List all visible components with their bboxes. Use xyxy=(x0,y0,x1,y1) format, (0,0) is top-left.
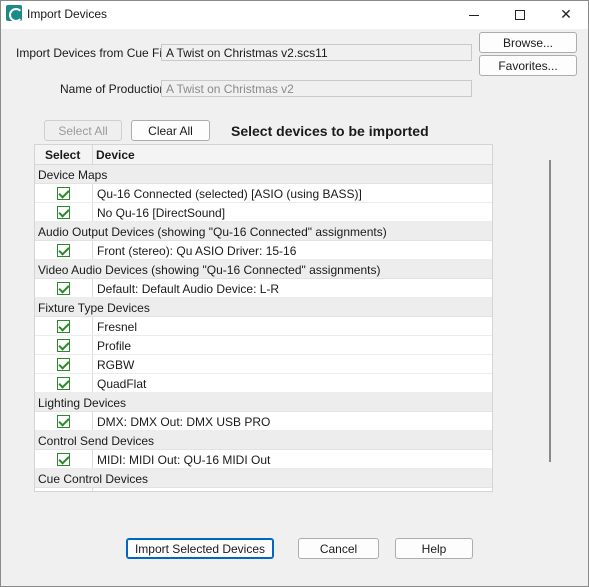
table-row: QuadFlat xyxy=(35,374,492,393)
select-devices-heading: Select devices to be imported xyxy=(231,123,429,139)
device-checkbox[interactable] xyxy=(57,377,70,390)
favorites-button[interactable]: Favorites... xyxy=(479,55,577,76)
cancel-button[interactable]: Cancel xyxy=(298,538,379,559)
table-row: Qu-16 Connected (selected) [ASIO (using … xyxy=(35,184,492,203)
import-selected-devices-button[interactable]: Import Selected Devices xyxy=(126,538,274,559)
cue-file-field[interactable]: A Twist on Christmas v2.scs11 xyxy=(161,44,472,61)
device-checkbox[interactable] xyxy=(57,453,70,466)
device-checkbox[interactable] xyxy=(57,415,70,428)
device-name: QuadFlat xyxy=(97,377,147,391)
device-checkbox[interactable] xyxy=(57,491,70,492)
device-checkbox[interactable] xyxy=(57,206,70,219)
production-label: Name of Production xyxy=(60,82,167,96)
device-checkbox[interactable] xyxy=(57,187,70,200)
grid-scroll-area xyxy=(493,144,549,492)
import-devices-dialog: Import Devices ✕ Import Devices from Cue… xyxy=(0,0,589,587)
device-checkbox[interactable] xyxy=(57,320,70,333)
device-name: No Qu-16 [DirectSound] xyxy=(97,206,226,220)
table-row: Default: Default Audio Device: L-R xyxy=(35,279,492,298)
table-row: RGBW xyxy=(35,355,492,374)
devices-grid: Select Device Device Maps Qu-16 Connecte… xyxy=(34,144,493,492)
clear-all-button[interactable]: Clear All xyxy=(131,120,210,141)
device-name: RGBW xyxy=(97,358,135,372)
table-row: No Qu-16 [DirectSound] xyxy=(35,203,492,222)
device-name: DMX: DMX Out: DMX USB PRO xyxy=(97,415,271,429)
group-lighting-devices: Lighting Devices xyxy=(35,393,492,412)
device-name: MIDI: MIDI Out: QU-16 MIDI Out xyxy=(97,453,271,467)
column-header-device[interactable]: Device xyxy=(93,145,135,164)
help-button[interactable]: Help xyxy=(395,538,473,559)
table-row: Fresnel xyxy=(35,317,492,336)
vertical-scrollbar[interactable] xyxy=(549,160,551,462)
column-header-select[interactable]: Select xyxy=(35,145,93,164)
device-name: Qu-16 Connected (selected) [ASIO (using … xyxy=(97,187,362,201)
minimize-icon xyxy=(469,14,479,16)
group-fixture-type-devices: Fixture Type Devices xyxy=(35,298,492,317)
group-control-send-devices: Control Send Devices xyxy=(35,431,492,450)
window-title: Import Devices xyxy=(27,7,108,21)
maximize-button[interactable] xyxy=(497,1,543,29)
device-checkbox[interactable] xyxy=(57,358,70,371)
table-row: MIDI: MIDI Out: QU-16 MIDI Out xyxy=(35,450,492,469)
device-name: Front (stereo): Qu ASIO Driver: 15-16 xyxy=(97,244,297,258)
table-row xyxy=(35,488,492,492)
device-checkbox[interactable] xyxy=(57,282,70,295)
title-bar: Import Devices ✕ xyxy=(1,1,588,29)
device-name: Fresnel xyxy=(97,320,138,334)
production-field[interactable]: A Twist on Christmas v2 xyxy=(161,80,472,97)
grid-header: Select Device xyxy=(35,145,492,165)
device-name: Default: Default Audio Device: L-R xyxy=(97,282,280,296)
group-audio-output-devices: Audio Output Devices (showing "Qu-16 Con… xyxy=(35,222,492,241)
maximize-icon xyxy=(515,10,525,20)
close-button[interactable]: ✕ xyxy=(543,1,589,29)
table-row: Front (stereo): Qu ASIO Driver: 15-16 xyxy=(35,241,492,260)
group-video-audio-devices: Video Audio Devices (showing "Qu-16 Conn… xyxy=(35,260,492,279)
device-name: Profile xyxy=(97,339,132,353)
table-row: DMX: DMX Out: DMX USB PRO xyxy=(35,412,492,431)
device-checkbox[interactable] xyxy=(57,339,70,352)
table-row: Profile xyxy=(35,336,492,355)
cue-file-label: Import Devices from Cue File xyxy=(16,46,172,60)
group-cue-control-devices: Cue Control Devices xyxy=(35,469,492,488)
select-all-button[interactable]: Select All xyxy=(44,120,122,141)
close-icon: ✕ xyxy=(560,7,572,23)
browse-button[interactable]: Browse... xyxy=(479,32,577,53)
group-device-maps: Device Maps xyxy=(35,165,492,184)
device-checkbox[interactable] xyxy=(57,244,70,257)
app-icon xyxy=(6,5,23,22)
minimize-button[interactable] xyxy=(451,1,497,29)
